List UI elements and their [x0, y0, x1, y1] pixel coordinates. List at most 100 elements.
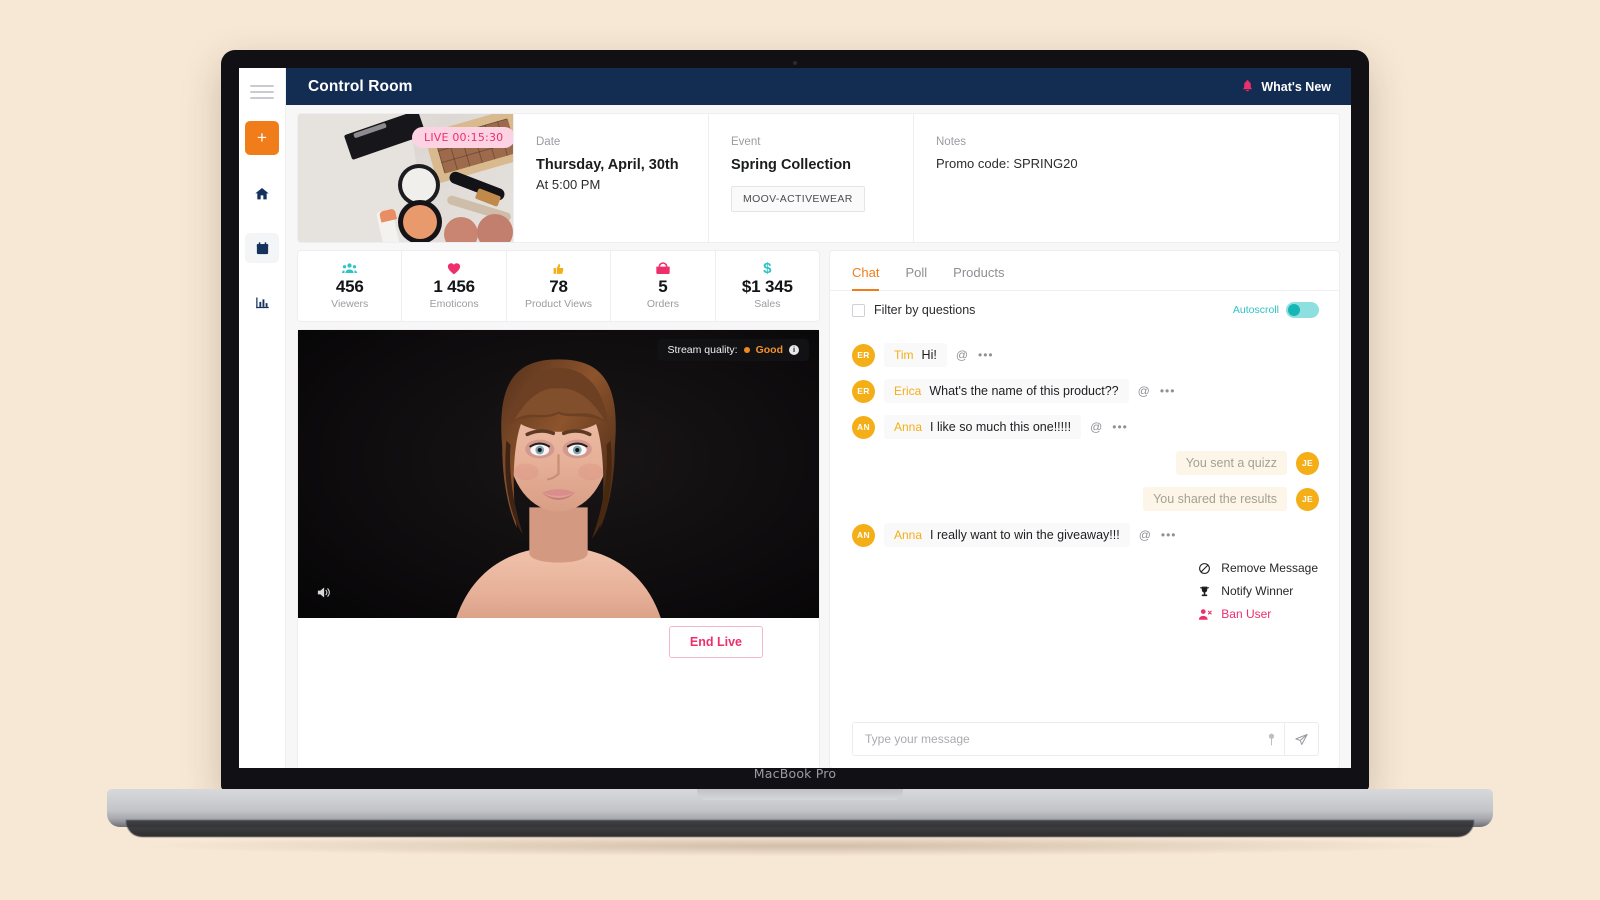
avatar[interactable]: ER [852, 379, 875, 403]
whats-new-button[interactable]: What's New [1241, 79, 1331, 95]
message-text: I like so much this one!!!!! [930, 420, 1072, 434]
more-options-icon[interactable]: ••• [1112, 421, 1128, 433]
autoscroll-control[interactable]: Autoscroll [1233, 302, 1319, 318]
chat-message: AN Anna I like so much this one!!!!! @ •… [852, 415, 1319, 439]
bell-icon [1241, 79, 1254, 95]
event-tag-chip[interactable]: MOOV-ACTIVEWEAR [731, 186, 865, 213]
message-actions: @ ••• [1138, 384, 1176, 398]
lower-section: 456 Viewers 1 456 Emoticons 78 Product V… [298, 251, 1339, 768]
message-author: Anna [894, 528, 923, 542]
sidebar-item-analytics[interactable] [245, 287, 279, 317]
laptop-camera [793, 61, 797, 65]
message-context-menu: Remove Message Notify Winner Ban User [1197, 561, 1319, 621]
composer-box [852, 722, 1319, 756]
chat-message-outgoing: You sent a quizz JE [852, 451, 1319, 475]
more-options-icon[interactable]: ••• [1160, 385, 1176, 397]
block-icon [1197, 562, 1212, 575]
stream-quality-value: Good [755, 344, 783, 356]
event-notes-label: Notes [936, 136, 967, 148]
message-input[interactable] [853, 723, 1258, 755]
avatar[interactable]: AN [852, 523, 875, 547]
stat-emoticons: 1 456 Emoticons [401, 251, 505, 321]
message-bubble: Erica What's the name of this product?? [884, 379, 1129, 403]
event-name-label: Event [731, 136, 761, 148]
event-summary-card: LIVE 00:15:30 Date Thursday, April, 30th… [298, 114, 1339, 242]
laptop-base-notch [697, 789, 903, 800]
avatar[interactable]: ER [852, 343, 875, 367]
left-column: 456 Viewers 1 456 Emoticons 78 Product V… [298, 251, 819, 768]
ban-user-label: Ban User [1221, 607, 1272, 621]
stat-orders-label: Orders [646, 298, 679, 310]
laptop-brand-label: MacBook Pro [753, 766, 837, 781]
page-title: Control Room [308, 77, 413, 95]
filter-questions-checkbox[interactable] [852, 303, 865, 317]
more-options-icon[interactable]: ••• [1161, 529, 1177, 541]
mention-icon[interactable]: @ [956, 348, 968, 362]
more-options-icon[interactable]: ••• [978, 349, 994, 361]
message-author: Tim [894, 348, 914, 362]
home-icon [254, 186, 270, 202]
message-text: What's the name of this product?? [929, 384, 1119, 398]
avatar[interactable]: JE [1296, 451, 1319, 475]
topbar: Control Room What's New [286, 68, 1351, 105]
event-date-value: Thursday, April, 30th [536, 157, 679, 173]
stat-sales-label: Sales [754, 298, 781, 310]
thumbs-up-icon [552, 262, 565, 276]
pin-icon[interactable] [1258, 723, 1284, 755]
mention-icon[interactable]: @ [1090, 420, 1102, 434]
autoscroll-label: Autoscroll [1232, 304, 1279, 316]
send-button[interactable] [1284, 723, 1318, 755]
tab-chat[interactable]: Chat [852, 265, 880, 291]
filter-questions-label[interactable]: Filter by questions [874, 303, 975, 317]
remove-message-label: Remove Message [1221, 561, 1318, 575]
whats-new-label: What's New [1261, 79, 1331, 94]
message-bubble: Tim Hi! [884, 343, 947, 367]
stat-emoticons-label: Emoticons [429, 298, 479, 310]
avatar[interactable]: JE [1296, 487, 1319, 511]
avatar[interactable]: AN [852, 415, 875, 439]
chat-panel: Chat Poll Products Filter by questions A… [830, 251, 1339, 768]
sidebar-item-calendar[interactable] [245, 233, 279, 263]
event-thumbnail[interactable]: LIVE 00:15:30 [298, 114, 513, 242]
app-screen: + Control Room What's New LIVE 00:15:30 … [239, 68, 1351, 768]
info-icon[interactable]: i [789, 345, 799, 355]
tab-poll[interactable]: Poll [905, 265, 927, 291]
chat-message-list[interactable]: ER Tim Hi! @ ••• ER Erica What's the nam… [830, 329, 1339, 712]
live-video-stage[interactable]: Stream quality: Good i [298, 330, 819, 618]
presenter-video-frame [298, 330, 819, 618]
event-notes-value: Promo code: SPRING20 [936, 156, 1078, 171]
stream-quality-badge[interactable]: Stream quality: Good i [657, 339, 809, 361]
remove-message-item[interactable]: Remove Message [1197, 561, 1318, 575]
dollar-icon: $ [763, 260, 772, 277]
speaker-icon[interactable] [316, 586, 331, 602]
message-bubble: You sent a quizz [1175, 451, 1287, 475]
autoscroll-toggle[interactable] [1286, 302, 1319, 318]
message-text: Hi! [921, 348, 937, 362]
chat-composer [830, 712, 1339, 768]
chat-message: AN Anna I really want to win the giveawa… [852, 523, 1319, 547]
stat-emoticons-value: 1 456 [433, 277, 475, 296]
sidebar: + [239, 68, 286, 768]
ban-user-item[interactable]: Ban User [1197, 607, 1318, 621]
message-actions: @ ••• [1139, 528, 1177, 542]
mention-icon[interactable]: @ [1139, 528, 1151, 542]
message-bubble: Anna I like so much this one!!!!! [884, 415, 1082, 439]
message-bubble: You shared the results [1143, 487, 1287, 511]
add-button[interactable]: + [245, 121, 279, 155]
message-bubble: Anna I really want to win the giveaway!!… [884, 523, 1130, 547]
stat-viewers: 456 Viewers [298, 251, 401, 321]
stat-product-views-label: Product Views [525, 298, 592, 310]
stats-row: 456 Viewers 1 456 Emoticons 78 Product V… [298, 251, 819, 321]
notify-winner-item[interactable]: Notify Winner [1197, 584, 1318, 598]
event-date-label: Date [536, 136, 561, 148]
end-live-button[interactable]: End Live [668, 626, 763, 658]
shopping-bag-icon [655, 262, 671, 276]
hamburger-icon[interactable] [250, 81, 274, 103]
tab-products[interactable]: Products [953, 265, 1004, 291]
filter-questions-control[interactable]: Filter by questions [852, 303, 975, 317]
sidebar-item-home[interactable] [245, 179, 279, 209]
chat-message-outgoing: You shared the results JE [852, 487, 1319, 511]
notify-winner-label: Notify Winner [1221, 584, 1294, 598]
laptop-mockup: MacBook Pro + Control Room What's New LI… [221, 50, 1369, 790]
mention-icon[interactable]: @ [1138, 384, 1150, 398]
